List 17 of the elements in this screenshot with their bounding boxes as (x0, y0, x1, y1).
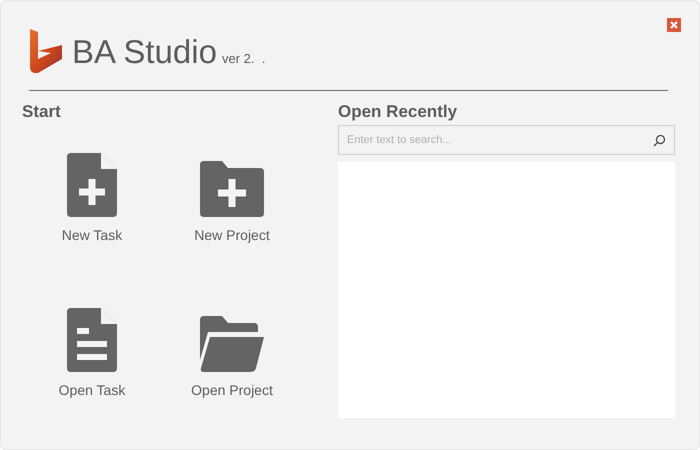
action-button[interactable]: Open Task (22, 296, 162, 427)
version-label: ver 2. . (222, 50, 266, 68)
logo-icon (29, 29, 63, 74)
open-folder-icon (200, 316, 264, 372)
section-heading: Start (22, 101, 62, 123)
action-button[interactable]: New Task (22, 141, 162, 272)
close-icon (670, 21, 678, 29)
document-icon (67, 308, 117, 372)
app-title: BA Studio (72, 35, 217, 68)
search-icon[interactable] (653, 134, 666, 147)
action-button[interactable]: Open Project (162, 296, 302, 427)
close-button[interactable] (667, 18, 681, 32)
file-plus-icon (67, 153, 117, 217)
search-field[interactable]: Enter text to search... (338, 125, 675, 155)
section-heading: Open Recently (338, 101, 458, 123)
folder-plus-icon (200, 161, 264, 217)
action-button[interactable]: New Project (162, 141, 302, 272)
